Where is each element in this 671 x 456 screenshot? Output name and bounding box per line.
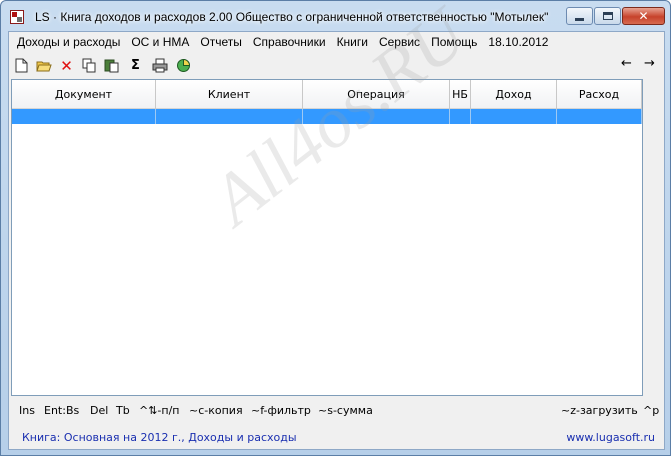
hotkey-p: ^p xyxy=(643,404,660,417)
hotkey-enter: Ent:Bs xyxy=(44,404,80,417)
menu-fixed-assets[interactable]: ОС и НМА xyxy=(127,35,196,49)
copy-button[interactable] xyxy=(81,57,98,74)
print-button[interactable] xyxy=(151,57,168,74)
title-bar[interactable]: LS · Книга доходов и расходов 2.00 Общес… xyxy=(1,1,670,31)
hotkey-load: ~z-загрузить xyxy=(561,404,638,417)
open-folder-icon xyxy=(35,61,52,71)
app-logo-icon[interactable] xyxy=(10,10,24,24)
close-button[interactable]: ✕ xyxy=(622,7,665,25)
client-area: Доходы и расходы ОС и НМА Отчеты Справоч… xyxy=(8,31,665,450)
menu-bar: Доходы и расходы ОС и НМА Отчеты Справоч… xyxy=(9,32,664,52)
new-document-icon xyxy=(15,58,28,73)
delete-icon: ✕ xyxy=(60,56,73,75)
hotkey-order: ^⇅-п/п xyxy=(139,404,180,417)
toolbar: ✕ Σ ← → xyxy=(9,54,664,76)
hotkey-filter: ~f-фильтр xyxy=(251,404,311,417)
menu-help[interactable]: Помощь xyxy=(427,35,484,49)
table-cell[interactable] xyxy=(471,109,557,124)
column-header-operation[interactable]: Операция xyxy=(303,80,450,109)
new-document-button[interactable] xyxy=(13,57,30,74)
nav-right-arrow-icon[interactable]: → xyxy=(644,56,655,71)
status-book: Книга: Основная на 2012 г., Доходы и рас… xyxy=(22,431,297,444)
table-cell[interactable] xyxy=(156,109,303,124)
status-website-link[interactable]: www.lugasoft.ru xyxy=(566,431,655,444)
close-icon: ✕ xyxy=(638,9,649,23)
column-header-client[interactable]: Клиент xyxy=(156,80,303,109)
delete-button[interactable]: ✕ xyxy=(58,56,75,75)
minimize-icon xyxy=(575,17,584,21)
column-header-nb[interactable]: НБ xyxy=(450,80,471,109)
current-date: 18.10.2012 xyxy=(488,35,549,49)
nav-left-arrow-icon[interactable]: ← xyxy=(621,56,632,71)
paste-icon xyxy=(104,59,118,73)
table-cell[interactable] xyxy=(12,109,156,124)
sum-icon: Σ xyxy=(131,58,140,73)
open-button[interactable] xyxy=(35,57,52,74)
print-icon xyxy=(152,58,167,73)
table-cell[interactable] xyxy=(450,109,471,124)
table-cell[interactable] xyxy=(557,109,642,124)
maximize-button[interactable] xyxy=(594,7,621,25)
menu-books[interactable]: Книги xyxy=(333,35,375,49)
hotkey-bar: Ins Ent:Bs Del Tb ^⇅-п/п ~c-копия ~f-фил… xyxy=(9,404,664,420)
table-cell[interactable] xyxy=(303,109,450,124)
app-window: LS · Книга доходов и расходов 2.00 Общес… xyxy=(0,0,671,456)
table-row[interactable] xyxy=(12,109,642,124)
grid-header: Документ Клиент Операция НБ Доход Расход xyxy=(12,80,642,109)
paste-button[interactable] xyxy=(103,57,120,74)
window-controls: ✕ xyxy=(566,7,665,25)
vertical-scrollbar[interactable] xyxy=(643,79,662,396)
chart-icon xyxy=(177,58,191,72)
menu-service[interactable]: Сервис xyxy=(375,35,427,49)
sum-button[interactable]: Σ xyxy=(127,57,144,74)
column-header-expense[interactable]: Расход xyxy=(557,80,642,109)
hotkey-tab: Tb xyxy=(116,404,130,417)
menu-income-expense[interactable]: Доходы и расходы xyxy=(13,35,127,49)
hotkey-copy: ~c-копия xyxy=(189,404,243,417)
hotkey-insert: Ins xyxy=(19,404,35,417)
status-bar: Книга: Основная на 2012 г., Доходы и рас… xyxy=(9,428,664,449)
column-header-income[interactable]: Доход xyxy=(471,80,557,109)
chart-button[interactable] xyxy=(175,57,192,74)
menu-reports[interactable]: Отчеты xyxy=(196,35,248,49)
column-header-document[interactable]: Документ xyxy=(12,80,156,109)
records-grid[interactable]: Документ Клиент Операция НБ Доход Расход xyxy=(11,79,643,396)
hotkey-delete: Del xyxy=(90,404,109,417)
menu-directories[interactable]: Справочники xyxy=(249,35,333,49)
window-title: LS · Книга доходов и расходов 2.00 Общес… xyxy=(35,10,549,24)
hotkey-sum: ~s-сумма xyxy=(318,404,373,417)
copy-icon xyxy=(82,58,96,73)
maximize-icon xyxy=(602,12,613,20)
minimize-button[interactable] xyxy=(566,7,593,25)
